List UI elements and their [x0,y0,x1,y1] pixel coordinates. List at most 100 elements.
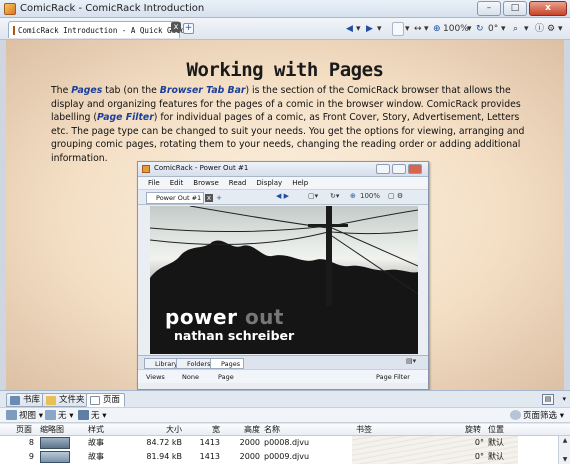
table-row[interactable]: 8 故事 84.72 kB 1413 2000 p0008.djvu 0° 默认 [0,436,570,450]
page-type: 故事 [88,452,104,461]
page-size: 81.94 kB [146,452,182,461]
app-icon [142,165,150,173]
maximize-icon [392,164,406,174]
column-header[interactable]: 位置 [488,424,504,436]
fit-page-icon[interactable]: ↔ [414,22,422,36]
add-tab-icon[interactable]: + [183,23,194,34]
rotation-value[interactable]: 0° [488,22,498,36]
page-heading: Working with Pages [186,59,384,81]
page-filter-option: Page Filter [376,373,410,381]
panel-dropdown-icon[interactable]: ▾ [562,395,566,403]
zoom-icon[interactable]: ⊕ [433,22,441,36]
pages-term: Pages [71,85,103,96]
page-thumbnail [40,437,70,449]
views-option: Views [146,373,165,381]
arrange-label: 无 [91,411,100,421]
forward-arrow-icon[interactable]: ▶ [366,22,373,36]
folder-icon [46,396,56,405]
table-scrollbar[interactable]: ▲ ▼ [558,436,570,464]
cover-title-dim: out [244,305,284,329]
page-height: 2000 [239,452,260,461]
column-header[interactable]: 名称 [264,424,280,436]
comic-icon [13,25,15,35]
page-filename: p0008.djvu [264,438,310,447]
cover-author: nathan schreiber [174,328,295,343]
page-filter-menu[interactable]: 页面筛选 ▾ [510,410,564,422]
back-dropdown-icon[interactable]: ▾ [356,22,361,36]
tab-pages[interactable]: 页面 [86,393,126,407]
arrange-menu[interactable]: 无 ▾ [78,410,106,422]
group-option: None [182,373,199,381]
view-label: 视图 [19,411,37,421]
page-position: 默认 [488,438,504,447]
close-tab-icon[interactable]: x [171,22,181,32]
scroll-up-icon[interactable]: ▲ [560,436,570,445]
menu-item: Help [292,179,309,187]
column-header[interactable]: 宽 [196,424,220,436]
back-arrow-icon: ◀ ▶ [276,192,289,200]
menu-item: File [148,179,160,187]
column-header[interactable]: 样式 [88,424,104,436]
pages-table: 页面 缩略图 样式 大小 宽 高度 名称 书签 旋转 位置 8 故事 84.72… [0,424,570,464]
page-icon [90,396,100,405]
column-header[interactable]: 书签 [356,424,372,436]
group-menu[interactable]: 无 ▾ [45,410,73,422]
rotation-dropdown-icon[interactable]: ▾ [501,22,506,36]
table-row[interactable]: 9 故事 81.94 kB 1413 2000 p0009.djvu 0° 默认 [0,450,570,464]
comic-cover: power out nathan schreiber [150,206,418,354]
page-layout-icon[interactable] [392,22,404,36]
view-icon [6,410,17,420]
back-arrow-icon[interactable]: ◀ [346,22,353,36]
app-icon [4,3,16,15]
tab-library-label: 书库 [23,395,41,405]
page-number: 8 [28,438,34,447]
screenshot-tabbar: Power Out #1 x + ◀ ▶ ▢▾ ↻▾ ⊕ 100% ▢ ⚙ [138,190,428,205]
document-tab[interactable]: ComicRack Introduction - A Quick Guide [8,21,190,38]
add-tab-icon: + [216,194,222,202]
rotate-icon[interactable]: ↻ [476,22,484,36]
cover-title-main: power [165,305,245,329]
browser-tab-bar-term: Browser Tab Bar [159,85,246,96]
fit-dropdown-icon[interactable]: ▾ [424,22,429,36]
settings-dropdown-icon[interactable]: ▾ [558,22,563,36]
guide-page: Working with Pages The Pages tab (on the… [6,40,564,390]
screenshot-options: Views None Page Page Filter [138,369,428,383]
info-icon[interactable]: ⓘ [535,22,544,36]
sort-icon [78,410,89,420]
search-icon[interactable]: ⌕ [513,22,518,36]
close-tab-icon: x [205,194,213,202]
column-header[interactable]: 旋转 [465,424,481,436]
search-dropdown-icon[interactable]: ▾ [524,22,529,36]
arrange-option: Page [218,373,234,381]
zoom-level[interactable]: 100% [443,22,469,36]
paragraph-text: tab (on the [102,85,160,96]
tab-toolbar: ComicRack Introduction - A Quick Guide x… [0,18,570,40]
settings-gear-icon[interactable]: ⚙ [547,22,555,36]
column-header[interactable]: 大小 [150,424,182,436]
window-titlebar: ComicRack - ComicRack Introduction – □ x [0,0,570,18]
paragraph-text: The [51,85,72,96]
forward-dropdown-icon[interactable]: ▾ [377,22,382,36]
folders-tab: Folders [176,358,215,369]
minimize-button[interactable]: – [477,1,501,16]
layout-dropdown-icon[interactable]: ▾ [405,22,410,36]
screenshot-titlebar: ComicRack - Power Out #1 [138,162,428,177]
zoom-dropdown-icon[interactable]: ▾ [467,22,472,36]
document-view[interactable]: Working with Pages The Pages tab (on the… [0,40,570,390]
column-header[interactable]: 高度 [230,424,260,436]
menu-item: Edit [169,179,184,187]
tab-folders[interactable]: 文件夹 [42,393,90,407]
page-thumbnail [40,451,70,463]
close-button[interactable]: x [529,1,567,16]
tab-folders-label: 文件夹 [59,395,85,405]
view-menu[interactable]: 视图 ▾ [6,410,43,422]
browser-pane: 书库 文件夹 页面 ▤ ▾ 视图 ▾ 无 ▾ 无 ▾ 页面筛选 ▾ 页面 缩略图 [0,390,570,464]
column-header[interactable]: 缩略图 [40,424,64,436]
column-header[interactable]: 页面 [16,424,32,436]
scroll-down-icon[interactable]: ▼ [560,455,570,464]
panel-layout-icon[interactable]: ▤ [542,394,554,405]
rotate-icon: ↻▾ [330,192,340,200]
screenshot-doc-tab: Power Out #1 [146,192,204,204]
maximize-button[interactable]: □ [503,1,527,16]
tab-library[interactable]: 书库 [6,393,46,407]
